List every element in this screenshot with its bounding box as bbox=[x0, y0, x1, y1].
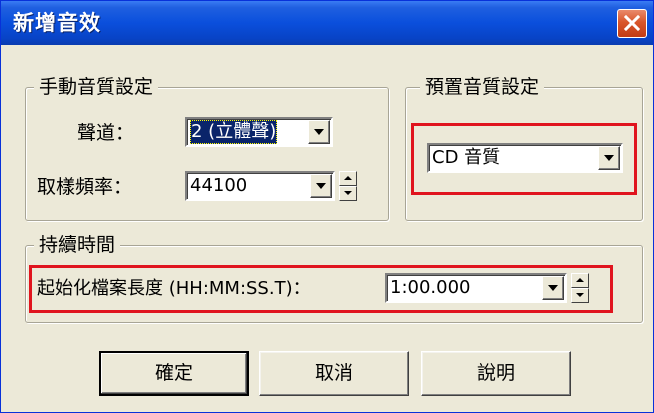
file-length-dropdown-button[interactable] bbox=[542, 276, 564, 300]
help-button[interactable]: 說明 bbox=[421, 351, 571, 396]
channel-label: 聲道： bbox=[77, 122, 135, 144]
preset-quality-value: CD 音質 bbox=[432, 147, 501, 168]
spin-up-icon bbox=[344, 176, 352, 180]
sample-rate-spin-down[interactable] bbox=[339, 186, 357, 201]
cancel-button[interactable]: 取消 bbox=[259, 351, 409, 396]
preset-quality-select[interactable]: CD 音質 bbox=[427, 143, 623, 173]
spin-down-icon bbox=[344, 191, 352, 195]
file-length-select[interactable]: 1:00.000 bbox=[385, 273, 567, 303]
sample-rate-value: 44100 bbox=[190, 175, 248, 196]
manual-quality-legend: 手動音質設定 bbox=[34, 75, 159, 99]
title-bar[interactable]: 新增音效 bbox=[1, 1, 653, 45]
file-length-label: 起始化檔案長度 (HH:MM:SS.T)： bbox=[37, 278, 311, 299]
file-length-spin-up[interactable] bbox=[571, 273, 589, 288]
duration-legend: 持續時間 bbox=[34, 233, 121, 257]
chevron-down-icon bbox=[548, 285, 558, 291]
channel-select[interactable]: 2 (立體聲) bbox=[185, 117, 333, 147]
channel-dropdown-button[interactable] bbox=[308, 120, 330, 144]
close-button[interactable] bbox=[617, 9, 647, 38]
preset-dropdown-button[interactable] bbox=[598, 146, 620, 170]
sample-rate-dropdown-button[interactable] bbox=[310, 174, 332, 198]
preset-quality-legend: 預置音質設定 bbox=[420, 75, 545, 99]
sample-rate-select[interactable]: 44100 bbox=[185, 171, 335, 201]
spin-up-icon bbox=[576, 278, 584, 282]
ok-button[interactable]: 確定 bbox=[99, 351, 249, 396]
chevron-down-icon bbox=[314, 129, 324, 135]
sample-rate-spin-up[interactable] bbox=[339, 171, 357, 186]
file-length-value: 1:00.000 bbox=[390, 277, 471, 298]
spin-down-icon bbox=[576, 293, 584, 297]
chevron-down-icon bbox=[604, 155, 614, 161]
new-sound-dialog: 新增音效 手動音質設定 聲道： 2 (立體聲) 取樣頻率： 44100 預置音質… bbox=[0, 0, 654, 413]
file-length-spinner[interactable] bbox=[571, 273, 589, 303]
sample-rate-spinner[interactable] bbox=[339, 171, 357, 201]
dialog-title: 新增音效 bbox=[13, 11, 101, 35]
chevron-down-icon bbox=[316, 183, 326, 189]
close-icon bbox=[624, 15, 640, 31]
sample-rate-label: 取樣頻率： bbox=[37, 176, 133, 198]
channel-select-value: 2 (立體聲) bbox=[190, 120, 278, 144]
file-length-spin-down[interactable] bbox=[571, 288, 589, 303]
